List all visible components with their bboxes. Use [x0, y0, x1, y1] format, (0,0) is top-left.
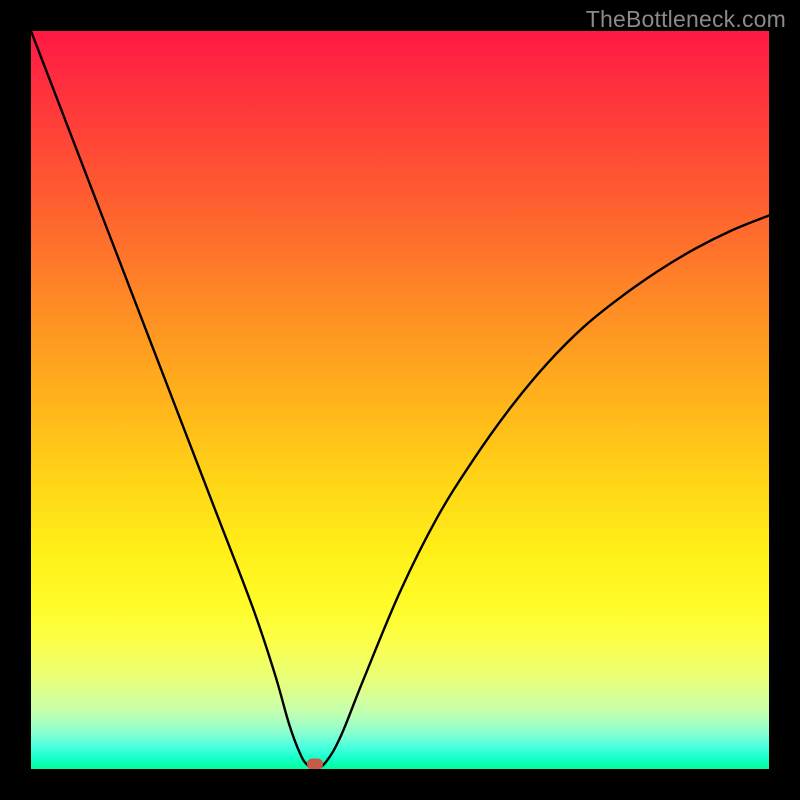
watermark-text: TheBottleneck.com [586, 6, 786, 33]
bottleneck-curve [31, 31, 769, 769]
plot-area [31, 31, 769, 769]
minimum-marker [307, 759, 323, 770]
chart-frame: TheBottleneck.com [0, 0, 800, 800]
